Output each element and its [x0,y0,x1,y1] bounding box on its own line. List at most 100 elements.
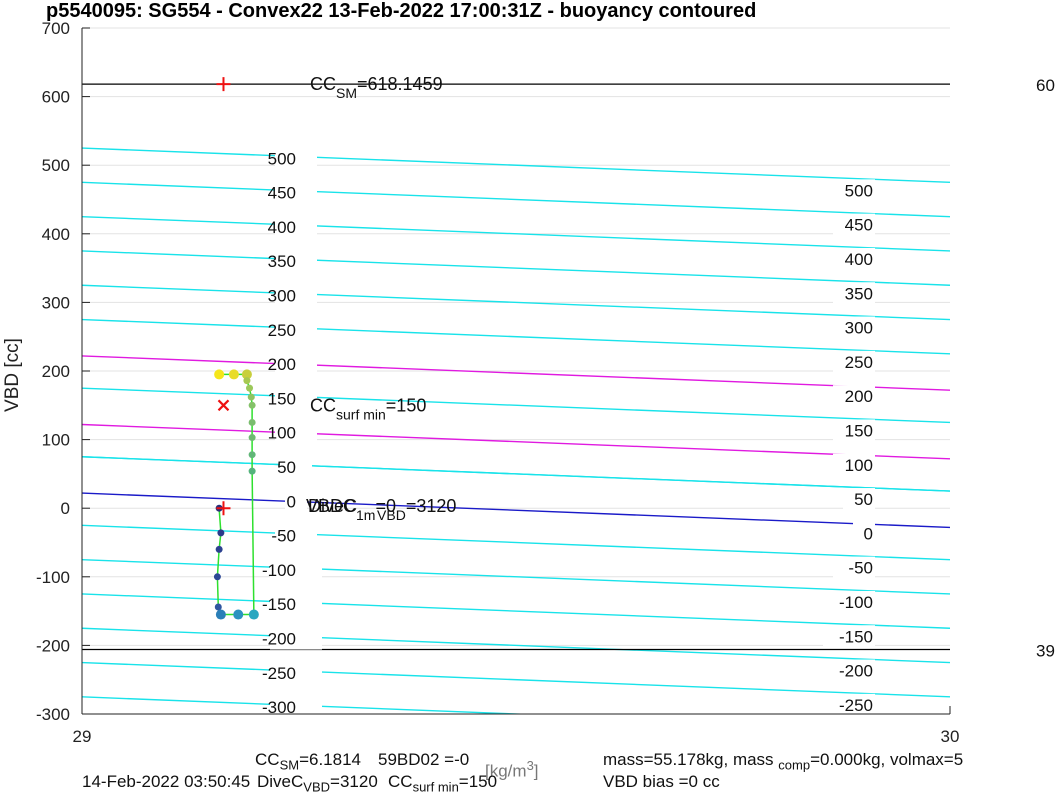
contour-label-right-7: 150 [845,421,873,440]
reference-line-label-1: 39 [1036,642,1055,661]
contour-label-left-13: -150 [262,595,296,614]
marker-annotation-label-1: CC [310,395,336,415]
x-tick-label-0: 29 [73,727,92,746]
y-tick-label-6: 100 [42,431,70,450]
contour-label-right-5: 250 [845,353,873,372]
footer-line1-overlap: 59BD02 =-0 [378,750,469,770]
y-axis-label: VBD [cc] [2,338,23,412]
profile-point-ascent-5 [215,609,226,620]
profile-point-ascent-3 [213,573,221,581]
contour-label-right-0: 500 [845,181,873,200]
y-tick-label-2: 500 [42,156,70,175]
contour-label-left-14: -200 [262,630,296,649]
footer-mass-label: mass=55.178kg, mass [603,750,774,769]
marker-annotation-value-1: =150 [386,395,427,415]
contour-label-right-10: 0 [864,524,873,543]
footer-divec-sub: VBD [303,779,331,795]
contour-label-right-3: 350 [845,284,873,303]
y-tick-label-4: 300 [42,293,70,312]
footer-cc-sub: SM [279,757,300,773]
profile-point-descent-3 [243,377,251,385]
contour-label-left-6: 200 [268,355,296,374]
profile-point-ascent-1 [217,529,225,537]
profile-point-descent-7 [248,418,256,426]
contour-label-left-3: 350 [268,252,296,271]
footer-line1-mass: mass=55.178kg, mass comp=0.000kg, volmax… [603,750,963,772]
contour-label-left-4: 300 [268,287,296,306]
contour-label-left-1: 450 [268,184,296,203]
profile-point-descent-5 [247,393,255,401]
buoyancy-chart: p5540095: SG554 - Convex22 13-Feb-2022 1… [2,0,1055,746]
footer-line2-divec: DiveCVBD=3120 [257,772,378,794]
footer-divec-value: =3120 [330,772,378,791]
chart-title: p5540095: SG554 - Convex22 13-Feb-2022 1… [46,0,756,22]
y-tick-label-3: 400 [42,225,70,244]
contour-label-left-2: 400 [268,218,296,237]
divec-sub: VBD [377,507,406,523]
profile-point-descent-0 [214,369,225,380]
y-tick-label-10: -300 [36,705,70,724]
contour-label-left-15: -250 [262,664,296,683]
divec-value: =3120 [406,496,457,516]
footer-cc-label: CC [255,750,280,769]
profile-point-descent-8 [248,434,256,442]
y-tick-label-0: 700 [42,19,70,38]
contour-label-left-9: 50 [277,458,296,477]
contour-label-right-9: 50 [854,490,873,509]
profile-point-ascent-4 [214,603,222,611]
contour-label-right-6: 200 [845,387,873,406]
contour-label-left-10: 0 [287,492,296,511]
footer-mass-sub: comp [778,757,811,773]
profile-point-descent-10 [248,467,256,475]
footer-divec-label: DiveC [257,772,304,791]
contour-label-right-1: 450 [845,216,873,235]
contour-label-right-14: -200 [839,662,873,681]
contour-label-left-11: -50 [271,527,296,546]
footer-unit-sup: 3 [526,758,534,773]
contour-label-right-4: 300 [845,319,873,338]
footer-line1-cc: CCSM=6.1814 [255,750,361,772]
x-tick-label-1: 30 [941,727,960,746]
contour-label-right-12: -100 [839,593,873,612]
footer-cc-value: =6.1814 [299,750,361,769]
contour-label-left-12: -100 [262,561,296,580]
contour-label-right-13: -150 [839,627,873,646]
footer-date: 14-Feb-2022 03:50:45 [82,772,251,791]
y-tick-label-9: -200 [36,636,70,655]
contour-label-left-0: 500 [268,149,296,168]
contour-label-left-5: 250 [268,321,296,340]
footer-ccsurf-sub: surf min [412,779,459,795]
profile-point-descent-6 [248,401,256,409]
y-tick-label-1: 600 [42,88,70,107]
footer-ccsurf-label: CC [388,772,413,791]
footer-unit-end: ] [533,761,539,781]
marker-annotation-value-0: =618.1459 [357,74,443,94]
marker-annotation-label-0: CC [310,74,336,94]
footer-line2-ccsurf: CCsurf min=150 [388,772,497,794]
marker-annotation-sub-0: SM [336,85,357,101]
footer-bias: VBD bias =0 cc [603,772,720,791]
y-tick-label-5: 200 [42,362,70,381]
profile-point-ascent-7 [248,609,259,620]
contour-label-left-7: 150 [268,389,296,408]
contour-label-right-15: -250 [839,696,873,715]
contour-label-right-2: 400 [845,250,873,269]
reference-line-label-0: 60 [1036,76,1055,95]
marker-annotation-sub-1: surf min [336,406,386,422]
profile-point-ascent-2 [215,545,223,553]
profile-point-descent-4 [246,384,254,392]
contour-label-right-8: 100 [845,456,873,475]
y-tick-label-8: -100 [36,568,70,587]
footer-line2-bias: VBD bias =0 cc [603,772,720,792]
footer-line2-date: 14-Feb-2022 03:50:45 [82,772,250,792]
divec-label: DiveC [308,496,357,516]
y-tick-label-7: 0 [61,499,70,518]
vbdc-sub: 1m [356,507,375,523]
contour-label-right-11: -50 [848,559,873,578]
contour-label-left-8: 100 [268,424,296,443]
profile-point-ascent-6 [233,609,244,620]
profile-point-descent-1 [228,369,239,380]
profile-point-descent-9 [248,451,256,459]
footer-mass-rest: =0.000kg, volmax=5 [810,750,964,769]
footer-overlap-text: 59BD02 =-0 [378,750,470,769]
